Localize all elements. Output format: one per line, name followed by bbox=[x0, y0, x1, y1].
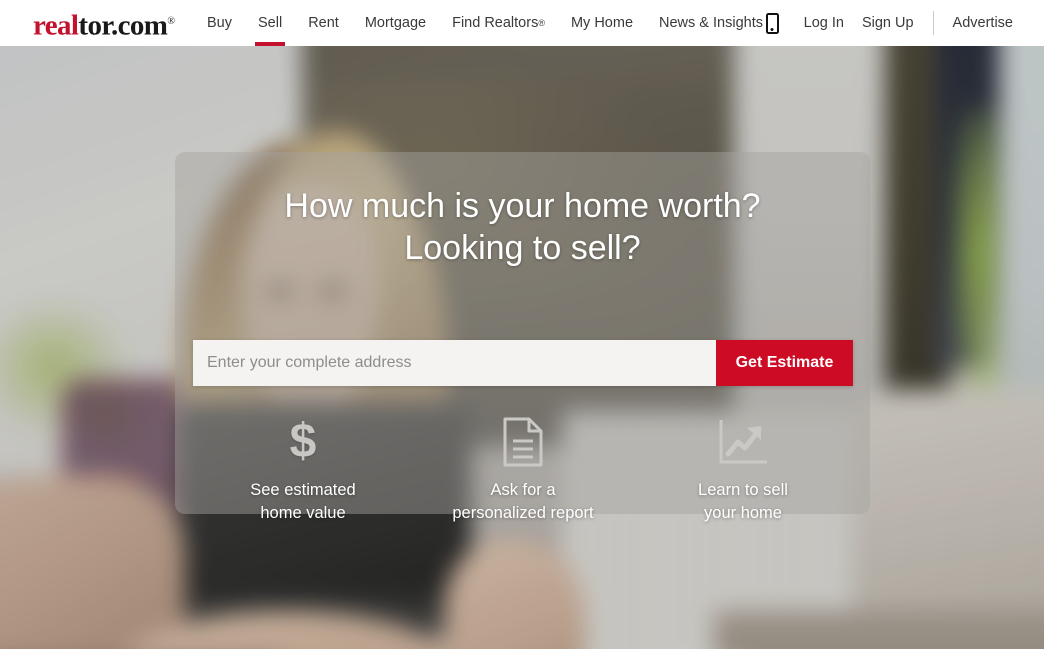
mobile-phone-icon[interactable] bbox=[765, 12, 779, 34]
nav-item-buy-label: Buy bbox=[207, 15, 232, 31]
nav-item-sell[interactable]: Sell bbox=[245, 0, 295, 46]
feature-label-2-line2: personalized report bbox=[452, 504, 594, 522]
logo-text-dark: tor.com bbox=[78, 9, 168, 42]
feature-label-1-line2: home value bbox=[260, 504, 346, 522]
header-divider bbox=[932, 11, 934, 35]
get-estimate-button[interactable]: Get Estimate bbox=[716, 340, 853, 386]
nav-item-find-realtors[interactable]: Find Realtors ® bbox=[439, 0, 558, 46]
advertise-link[interactable]: Advertise bbox=[944, 15, 1022, 31]
header-utility-nav: Log In Sign Up Advertise bbox=[765, 0, 1022, 46]
nav-item-buy[interactable]: Buy bbox=[207, 0, 245, 46]
site-header: realtor.com® Buy Sell Rent Mortgage Find… bbox=[0, 0, 1044, 46]
hero-headline: How much is your home worth? Looking to … bbox=[175, 185, 870, 269]
hero-feature-list: $ See estimated home value Ask for a per… bbox=[193, 415, 853, 525]
document-report-icon bbox=[413, 415, 633, 469]
realtor-logo[interactable]: realtor.com® bbox=[33, 7, 175, 42]
feature-see-estimated-home-value[interactable]: $ See estimated home value bbox=[193, 415, 413, 525]
nav-item-find-realtors-registered-mark: ® bbox=[538, 18, 545, 28]
log-in-link[interactable]: Log In bbox=[795, 15, 853, 31]
logo-registered-mark: ® bbox=[167, 16, 175, 27]
growth-chart-icon bbox=[633, 415, 853, 469]
hero-headline-line1: How much is your home worth? bbox=[284, 187, 761, 225]
sign-up-link[interactable]: Sign Up bbox=[853, 15, 923, 31]
feature-label-3-line1: Learn to sell bbox=[698, 481, 788, 499]
feature-label-2: Ask for a personalized report bbox=[413, 479, 633, 525]
dollar-sign-icon: $ bbox=[193, 415, 413, 469]
nav-item-my-home-label: My Home bbox=[570, 15, 634, 31]
nav-item-rent-label: Rent bbox=[308, 15, 339, 31]
feature-ask-for-personalized-report[interactable]: Ask for a personalized report bbox=[413, 415, 633, 525]
nav-item-mortgage[interactable]: Mortgage bbox=[352, 0, 439, 46]
feature-label-1-line1: See estimated bbox=[250, 481, 356, 499]
dollar-sign-glyph: $ bbox=[289, 415, 317, 468]
feature-label-2-line1: Ask for a bbox=[490, 481, 556, 499]
feature-label-3: Learn to sell your home bbox=[633, 479, 853, 525]
address-search-input[interactable] bbox=[193, 340, 716, 386]
address-search-row: Get Estimate bbox=[193, 340, 853, 386]
feature-label-1: See estimated home value bbox=[193, 479, 413, 525]
main-navigation: Buy Sell Rent Mortgage Find Realtors ® My… bbox=[207, 0, 776, 46]
nav-item-news-insights-label: News & Insights bbox=[659, 15, 763, 31]
nav-item-news-insights[interactable]: News & Insights bbox=[646, 0, 776, 46]
logo-text-red: real bbox=[33, 9, 79, 42]
nav-item-mortgage-label: Mortgage bbox=[364, 15, 427, 31]
nav-item-rent[interactable]: Rent bbox=[295, 0, 352, 46]
nav-item-sell-label: Sell bbox=[258, 15, 283, 31]
feature-label-3-line2: your home bbox=[704, 504, 782, 522]
nav-item-find-realtors-label: Find Realtors bbox=[452, 15, 539, 31]
hero-headline-line2: Looking to sell? bbox=[404, 229, 641, 267]
nav-item-my-home[interactable]: My Home bbox=[558, 0, 646, 46]
feature-learn-to-sell-your-home[interactable]: Learn to sell your home bbox=[633, 415, 853, 525]
